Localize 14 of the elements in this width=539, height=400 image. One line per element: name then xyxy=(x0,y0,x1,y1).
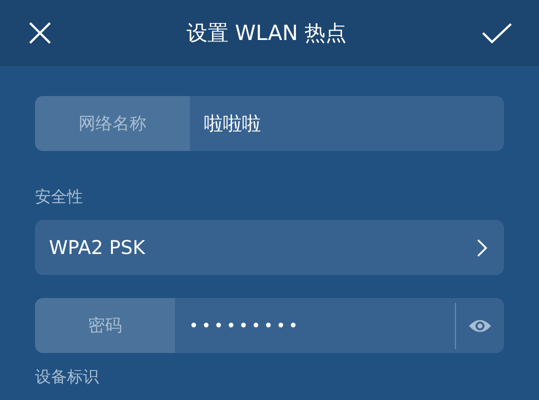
section-label: 安全性 xyxy=(35,187,84,208)
section-label: 设备标识 xyxy=(35,367,100,388)
field-value: 啦啦啦 xyxy=(203,112,261,136)
password-value: ••••••••• xyxy=(188,316,302,335)
close-button[interactable] xyxy=(28,21,52,45)
window-title: 设置 WLAN 热点 xyxy=(186,20,347,47)
security-dropdown[interactable]: WPA2 PSK xyxy=(35,220,504,275)
field-label: 密码 xyxy=(35,298,175,353)
network-name-field[interactable]: 网络名称 啦啦啦 xyxy=(35,96,504,151)
chevron-right-icon xyxy=(476,238,488,258)
password-field[interactable]: 密码 ••••••••• xyxy=(35,298,504,353)
field-label: 网络名称 xyxy=(35,96,190,151)
confirm-button[interactable] xyxy=(481,21,513,45)
dropdown-value: WPA2 PSK xyxy=(48,236,146,258)
